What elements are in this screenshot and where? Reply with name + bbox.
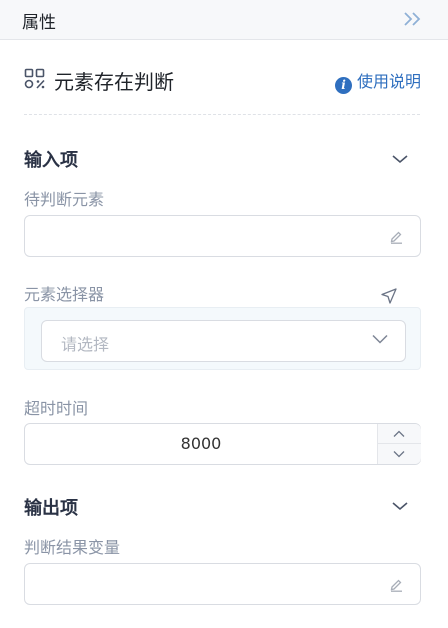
timeout-stepper xyxy=(377,424,421,464)
output-section-title: 输出项 xyxy=(24,498,78,519)
info-icon: i xyxy=(334,77,352,94)
chevron-up-icon xyxy=(393,430,405,437)
element-selector-select[interactable]: 请选择 xyxy=(41,320,406,362)
element-to-check-input[interactable] xyxy=(24,215,421,257)
result-variable-input[interactable] xyxy=(24,563,421,605)
element-to-check-label: 待判断元素 xyxy=(24,190,105,209)
timeout-label: 超时时间 xyxy=(24,399,89,418)
element-selector-area: 请选择 xyxy=(24,307,421,370)
select-placeholder: 请选择 xyxy=(61,335,110,354)
edit-icon[interactable] xyxy=(388,576,404,592)
chevron-down-icon xyxy=(393,451,405,458)
decrement-button[interactable] xyxy=(378,444,421,464)
double-chevron-right-icon[interactable] xyxy=(401,10,425,28)
element-selector-label: 元素选择器 xyxy=(24,285,105,304)
chevron-down-icon xyxy=(372,334,388,344)
component-header: 元素存在判断 i 使用说明 xyxy=(24,64,424,96)
pick-pointer-icon[interactable] xyxy=(381,288,397,304)
component-title: 元素存在判断 xyxy=(54,70,174,94)
panel-title: 属性 xyxy=(22,13,56,33)
increment-button[interactable] xyxy=(378,424,421,444)
element-grid-icon xyxy=(24,68,45,89)
panel-header: 属性 xyxy=(0,0,448,40)
help-label: 使用说明 xyxy=(356,72,421,91)
timeout-number-input[interactable]: 8000 xyxy=(24,423,421,465)
timeout-value[interactable]: 8000 xyxy=(25,434,377,453)
divider xyxy=(24,114,420,115)
edit-icon[interactable] xyxy=(388,228,404,244)
help-link[interactable]: i 使用说明 xyxy=(334,68,421,94)
result-variable-label: 判断结果变量 xyxy=(24,538,121,557)
chevron-down-icon[interactable] xyxy=(391,500,409,512)
chevron-down-icon[interactable] xyxy=(391,153,409,165)
input-section-title: 输入项 xyxy=(24,150,78,171)
